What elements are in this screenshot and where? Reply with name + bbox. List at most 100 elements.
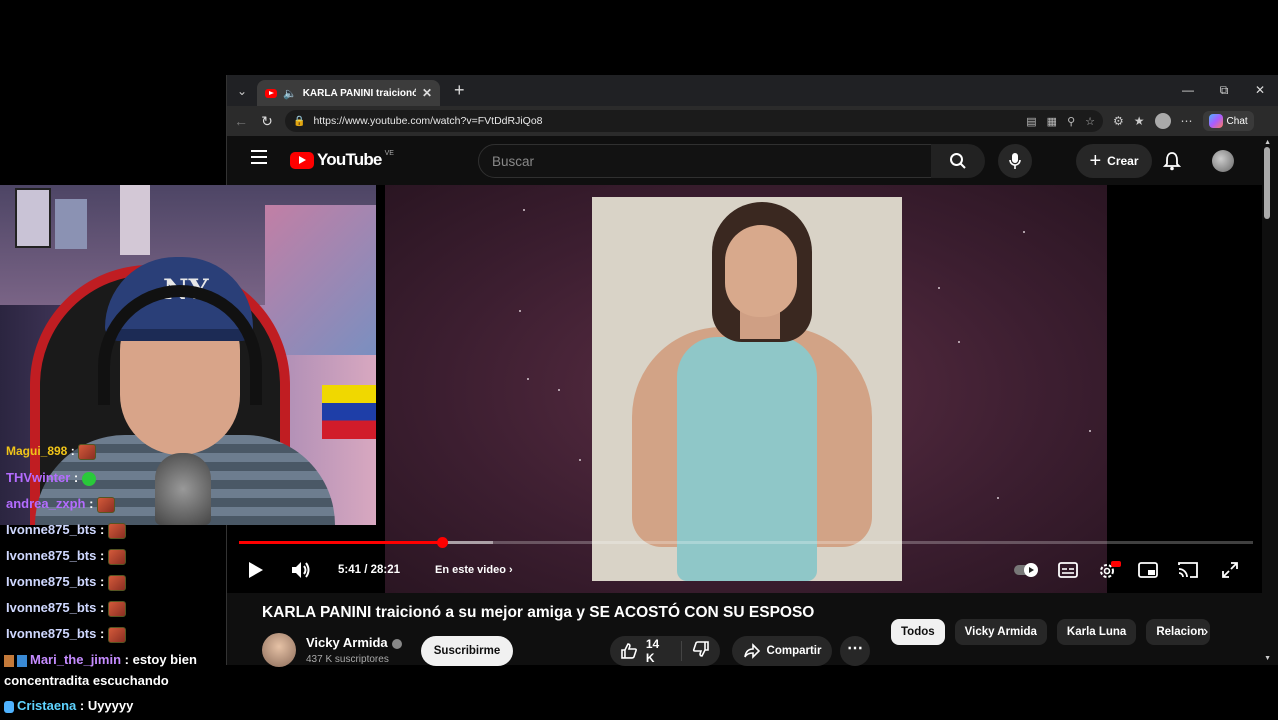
- chat-emote-icon: [107, 574, 126, 591]
- video-player[interactable]: 5:41 / 28:21 En este video ›: [227, 185, 1262, 593]
- country-code: VE: [384, 149, 394, 157]
- youtube-play-logo-icon: [290, 151, 314, 169]
- create-label: Crear: [1107, 154, 1139, 168]
- chat-message: Magui_898 :: [6, 444, 97, 460]
- page-scrollbar[interactable]: [1264, 147, 1270, 219]
- thumbs-down-icon: [692, 640, 709, 657]
- chat-badge-icon: [4, 700, 14, 713]
- scroll-down-icon[interactable]: ▼: [1264, 655, 1271, 662]
- chat-message: andrea_zxph :: [6, 496, 116, 513]
- favorites-icon[interactable]: ★: [1134, 114, 1145, 128]
- subscribe-button[interactable]: Suscribirme: [421, 636, 513, 666]
- speaker-icon[interactable]: 🔈: [283, 87, 297, 100]
- chat-label: Chat: [1226, 115, 1248, 127]
- favorite-star-icon[interactable]: ☆: [1085, 115, 1095, 128]
- chat-emote-icon: [107, 600, 126, 617]
- translate-icon[interactable]: ▤: [1026, 115, 1036, 128]
- chat-message: Ivonne875_bts :: [6, 548, 126, 565]
- share-arrow-icon: [743, 643, 760, 659]
- chat-message: Mari_the_jimin : estoy bien concentradit…: [4, 652, 197, 688]
- address-bar-row: ← ↻ 🔒 https://www.youtube.com/watch?v=FV…: [227, 106, 1278, 136]
- search-icon: [950, 153, 966, 169]
- play-icon[interactable]: [249, 562, 263, 578]
- share-button[interactable]: Compartir: [732, 636, 832, 666]
- chip-channel[interactable]: Vicky Armida: [954, 619, 1047, 645]
- streamer-microphone: [155, 453, 211, 525]
- account-avatar[interactable]: [1212, 150, 1234, 172]
- chat-emote-icon: [78, 444, 97, 460]
- chat-username: THVwinter: [6, 470, 71, 485]
- chapters-button[interactable]: En este video ›: [435, 564, 513, 576]
- app-available-icon[interactable]: ▦: [1047, 115, 1057, 128]
- close-tab-icon[interactable]: ✕: [422, 86, 432, 100]
- new-tab-icon[interactable]: +: [454, 80, 465, 101]
- chat-username: Cristaena: [17, 698, 77, 713]
- extensions-icon[interactable]: ⚙: [1113, 114, 1124, 128]
- chip-all[interactable]: Todos: [891, 619, 945, 645]
- dislike-button[interactable]: [682, 640, 720, 663]
- chip-related[interactable]: Relacion: [1146, 619, 1211, 645]
- tab-title: KARLA PANINI traicionó a su: [302, 87, 416, 99]
- restore-icon[interactable]: ⧉: [1206, 75, 1242, 106]
- chat-message: Ivonne875_bts :: [6, 574, 126, 591]
- chat-username: Mari_the_jimin: [30, 652, 122, 667]
- tab-list-chevron-icon[interactable]: ⌄: [227, 84, 257, 98]
- chat-message: Ivonne875_bts :: [6, 600, 126, 617]
- progress-bar[interactable]: [239, 537, 1253, 548]
- channel-name-row[interactable]: Vicky Armida: [306, 635, 402, 650]
- subscriber-count: 437 K suscriptores: [306, 654, 389, 665]
- youtube-logo[interactable]: YouTube VE: [290, 150, 394, 170]
- notifications-bell-icon[interactable]: [1163, 151, 1181, 171]
- more-options-icon[interactable]: ⋯: [1181, 114, 1193, 128]
- cam-poster: [120, 185, 150, 255]
- chat-username: Ivonne875_bts: [6, 522, 97, 537]
- hamburger-menu-icon[interactable]: [251, 150, 267, 164]
- close-window-icon[interactable]: ✕: [1242, 75, 1278, 106]
- site-info-icon[interactable]: 🔒: [293, 116, 305, 127]
- verified-check-icon: [391, 638, 402, 649]
- like-button[interactable]: 14 K: [610, 637, 682, 665]
- refresh-icon[interactable]: ↻: [259, 113, 275, 130]
- browser-tab[interactable]: 🔈 KARLA PANINI traicionó a su ✕: [257, 80, 440, 106]
- minimize-icon[interactable]: —: [1170, 75, 1206, 106]
- video-title: KARLA PANINI traicionó a su mejor amiga …: [262, 604, 815, 621]
- address-bar-actions: ▤ ▦ ⚲ ☆: [1026, 115, 1095, 128]
- voice-search-button[interactable]: [998, 144, 1032, 178]
- channel-avatar[interactable]: [262, 633, 296, 667]
- search-input[interactable]: Buscar: [478, 144, 932, 178]
- create-button[interactable]: + Crear: [1076, 144, 1152, 178]
- address-bar[interactable]: 🔒 https://www.youtube.com/watch?v=FVtDdR…: [285, 110, 1103, 132]
- chevron-right-icon[interactable]: ›: [1203, 623, 1208, 641]
- tab-bar: ⌄ 🔈 KARLA PANINI traicionó a su ✕ + — ⧉ …: [227, 75, 1278, 106]
- scrubber-handle[interactable]: [436, 537, 448, 548]
- search-button[interactable]: [931, 144, 985, 178]
- chapters-label: En este video: [435, 564, 506, 576]
- chat-emote-icon: [107, 626, 126, 643]
- miniplayer-icon[interactable]: [1137, 559, 1159, 581]
- chat-emote-icon: [107, 522, 126, 539]
- more-actions-button[interactable]: ⋯: [840, 636, 870, 666]
- copilot-icon: [1208, 114, 1223, 128]
- subtitles-icon[interactable]: [1057, 559, 1079, 581]
- chip-karla-luna[interactable]: Karla Luna: [1056, 619, 1137, 645]
- chat-badge-icon: [4, 654, 14, 667]
- zoom-icon[interactable]: ⚲: [1067, 115, 1075, 128]
- scroll-up-icon[interactable]: ▲: [1264, 139, 1271, 146]
- chat-message: Ivonne875_bts :: [6, 522, 126, 539]
- cast-icon[interactable]: [1177, 559, 1199, 581]
- copilot-chat-button[interactable]: Chat: [1202, 111, 1254, 131]
- profile-avatar[interactable]: [1154, 113, 1171, 129]
- settings-gear-icon[interactable]: [1096, 559, 1122, 581]
- chat-badge-icon: [17, 654, 27, 667]
- volume-icon[interactable]: [290, 560, 312, 580]
- cam-flag: [322, 385, 376, 439]
- chat-emote-icon: [97, 496, 116, 513]
- time-display: 5:41 / 28:21: [338, 564, 401, 576]
- chat-username: Ivonne875_bts: [6, 574, 97, 589]
- plus-icon: +: [1089, 149, 1102, 172]
- back-icon[interactable]: ←: [233, 113, 249, 129]
- youtube-wordmark: YouTube: [317, 150, 382, 169]
- autoplay-toggle-icon[interactable]: [1013, 559, 1041, 581]
- fullscreen-icon[interactable]: [1219, 559, 1241, 581]
- channel-name: Vicky Armida: [306, 635, 388, 650]
